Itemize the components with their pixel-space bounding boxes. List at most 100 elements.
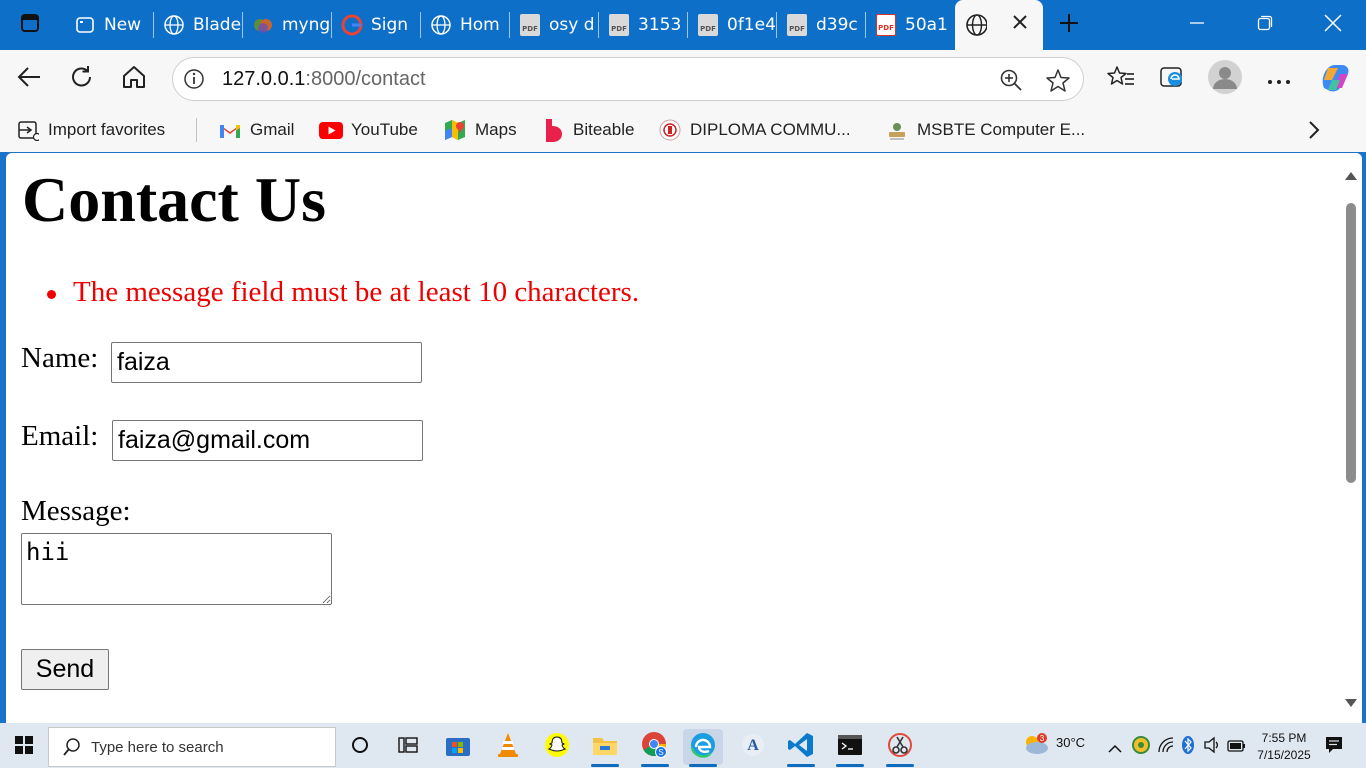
scroll-thumb[interactable] [1346,203,1356,483]
tab-active[interactable] [955,0,1043,50]
plus-icon [1058,12,1080,38]
email-field[interactable] [112,420,423,461]
tab-6[interactable]: PDF 3153 [600,6,688,44]
task-view-icon [398,736,418,758]
favorites-divider [196,118,197,142]
name-field[interactable] [111,342,422,383]
tab-label: 0f1e4 [727,15,776,35]
site-info-icon[interactable] [183,68,205,94]
tab-label: 50a1 [905,15,948,35]
bluetooth-icon[interactable] [1181,735,1195,759]
pdf-icon: PDF [519,14,541,36]
windows-taskbar: Type here to search S A 3 30°C 7:55 PM 7… [0,723,1366,768]
tab-actions-button[interactable] [10,0,50,50]
start-button[interactable] [4,729,44,765]
taskbar-snapchat[interactable] [537,729,577,765]
fav-youtube[interactable]: YouTube [319,116,418,144]
taskbar-vlc[interactable] [488,729,528,765]
tab-label: New [104,15,142,35]
name-label: Name: [21,342,99,374]
scroll-down-arrow-icon[interactable] [1345,692,1357,711]
url-text[interactable]: 127.0.0.1:8000/contact [222,68,426,91]
fav-import-favorites[interactable]: Import favorites [17,116,165,144]
notifications-icon[interactable] [1324,735,1344,759]
message-textarea[interactable]: hii [21,533,332,605]
fav-diploma-commu[interactable]: DIPLOMA COMMU... [659,116,851,144]
favorite-star-icon[interactable] [1045,68,1071,96]
email-label: Email: [21,420,99,452]
biteable-icon [542,119,564,142]
search-icon [63,738,81,756]
more-menu-button[interactable] [1260,60,1298,98]
back-button[interactable] [10,60,48,98]
svg-text:A: A [747,737,759,754]
tab-5[interactable]: PDF osy d [511,6,599,44]
language-app-icon: A [741,733,765,761]
system-clock[interactable]: 7:55 PM 7/15/2025 [1252,730,1316,764]
tray-overflow-chevron-icon[interactable] [1108,739,1122,758]
browser-toolbar: 127.0.0.1:8000/contact [0,50,1366,108]
taskbar-store[interactable] [438,729,478,765]
pdf-red-icon: PDF [875,14,897,36]
tab-2[interactable]: myng [244,6,332,44]
copilot-button[interactable] [1316,60,1354,98]
tab-9[interactable]: PDF 50a1 [867,6,955,44]
new-tab-button[interactable] [1050,0,1088,50]
globe-icon [163,14,185,36]
wifi-icon[interactable] [1157,736,1175,758]
tab-0[interactable]: New [66,6,154,44]
taskbar-snipping-tool[interactable] [880,729,920,767]
message-label: Message: [21,495,131,527]
favorites-button[interactable] [1102,60,1140,98]
running-indicator [787,764,815,767]
running-indicator [641,764,669,767]
taskbar-vscode[interactable] [781,729,821,767]
fav-label: Import favorites [48,120,166,139]
taskbar-terminal[interactable] [830,729,870,767]
home-button[interactable] [115,60,153,98]
taskbar-search-box[interactable]: Type here to search [48,727,336,767]
page-viewport: Contact Us The message field must be at … [6,153,1362,723]
fav-msbte-computer[interactable]: MSBTE Computer E... [886,116,1085,144]
ellipsis-icon [1267,70,1291,89]
tab-7[interactable]: PDF 0f1e4 [689,6,777,44]
task-view-button[interactable] [388,729,428,765]
tab-3[interactable]: Sign [333,6,421,44]
tab-4[interactable]: Hom [422,6,510,44]
fav-label: Gmail [250,120,295,139]
window-icon [74,14,96,36]
volume-icon[interactable] [1203,736,1221,758]
close-tab-icon[interactable] [1011,13,1029,36]
vertical-scrollbar[interactable] [1340,153,1362,723]
refresh-button[interactable] [63,60,101,98]
tab-1[interactable]: Blade [155,6,243,44]
send-button[interactable]: Send [21,649,109,690]
fav-biteable[interactable]: Biteable [542,116,634,144]
taskbar-file-explorer[interactable] [585,729,625,767]
fav-label: Biteable [573,120,635,139]
fav-gmail[interactable]: Gmail [219,116,294,144]
taskbar-app-a[interactable]: A [733,729,773,765]
favorites-more-chevron-icon[interactable] [1304,118,1324,146]
maps-icon [444,119,466,141]
running-indicator [836,764,864,767]
battery-icon[interactable] [1227,738,1247,757]
tab-label: Blade [193,15,242,35]
zoom-icon[interactable] [999,68,1023,96]
scroll-up-arrow-icon[interactable] [1345,165,1357,184]
address-bar[interactable]: 127.0.0.1:8000/contact [172,57,1084,101]
google-icon [341,14,363,36]
cortana-button[interactable] [340,729,380,765]
weather-widget[interactable]: 3 [1022,732,1050,760]
tray-app-icon[interactable] [1132,736,1150,758]
tab-8[interactable]: PDF d39c [778,6,866,44]
fav-maps[interactable]: Maps [444,116,517,144]
browser-essentials-button[interactable] [1154,60,1192,98]
taskbar-edge[interactable] [683,729,723,767]
minimize-button[interactable] [1174,0,1220,50]
weather-cloud-icon: 3 [1022,733,1050,760]
profile-button[interactable] [1206,60,1244,98]
taskbar-chrome[interactable]: S [635,729,675,767]
restore-button[interactable] [1242,0,1288,50]
close-window-button[interactable] [1310,0,1356,50]
